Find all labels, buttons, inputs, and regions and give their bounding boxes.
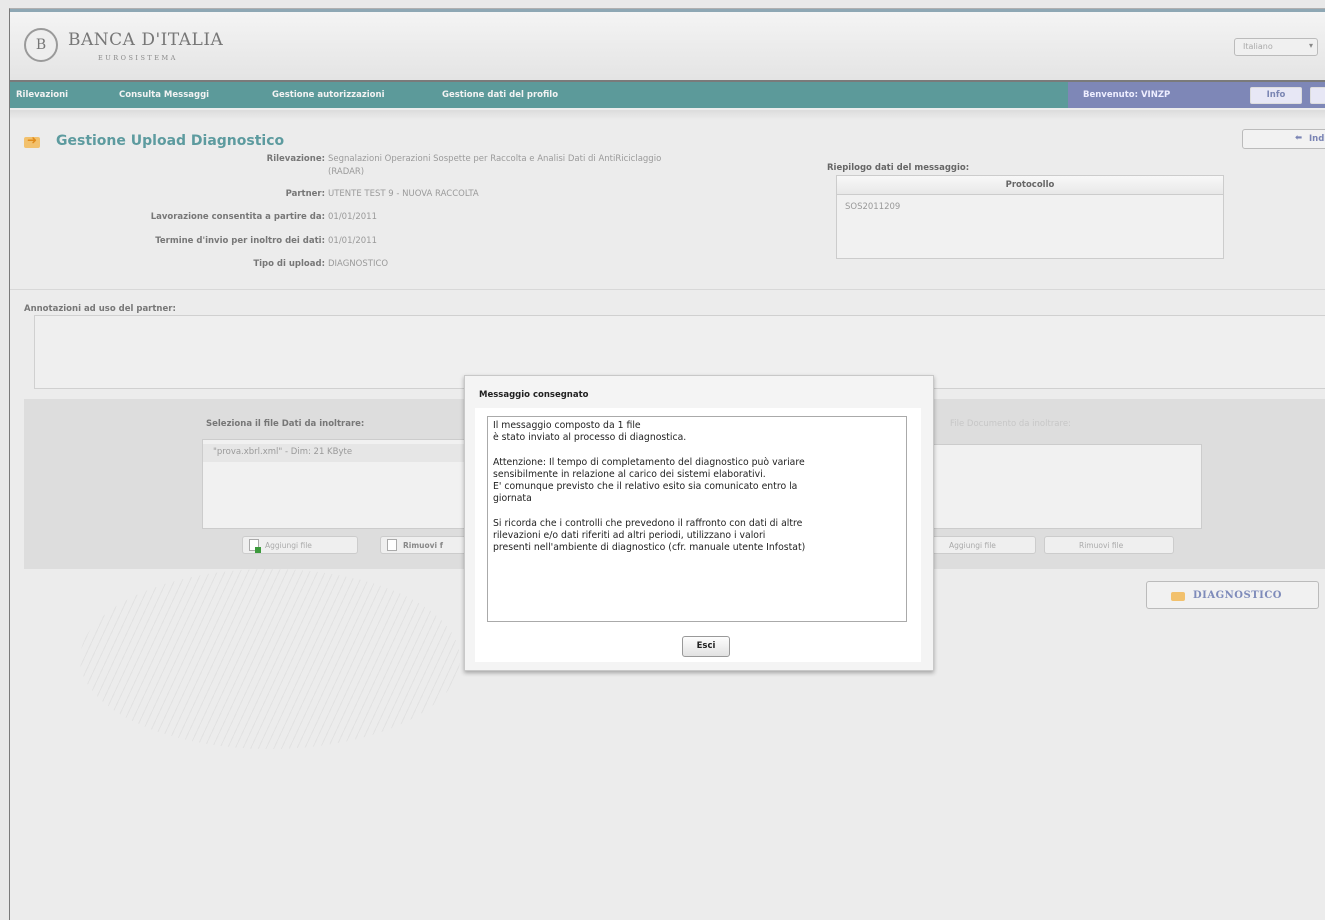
value-lavorazione: 01/01/2011 <box>328 212 377 222</box>
annotazioni-label: Annotazioni ad uso del partner: <box>24 304 176 314</box>
user-area: Benvenuto: VINZP Info <box>1068 82 1325 108</box>
document-file-label: File Documento da inoltrare: <box>950 419 1071 429</box>
add-document-label: Aggiungi file <box>949 541 996 550</box>
logout-button[interactable] <box>1310 87 1325 104</box>
value-termine: 01/01/2011 <box>328 236 377 246</box>
main-nav: Rilevazioni Consulta Messaggi Gestione a… <box>10 80 1325 108</box>
add-file-label: Aggiungi file <box>265 541 312 550</box>
label-partner: Partner: <box>285 189 325 199</box>
remove-file-icon <box>387 539 397 551</box>
nav-item-gestione-profilo[interactable]: Gestione dati del profilo <box>442 90 558 100</box>
riepilogo-title: Riepilogo dati del messaggio: <box>827 163 970 173</box>
arrow-folder-icon <box>24 133 40 148</box>
back-label: Indie <box>1309 134 1325 144</box>
message-dialog: Messaggio consegnato Il messaggio compos… <box>464 375 934 671</box>
header: B BANCA D'ITALIA EUROSISTEMA Italiano ▾ <box>10 12 1325 80</box>
value-tipo-upload: DIAGNOSTICO <box>328 259 389 269</box>
list-item[interactable]: "prova.xbrl.xml" - Dim: 21 KByte <box>203 444 491 462</box>
column-header-protocollo[interactable]: Protocollo <box>837 176 1223 195</box>
remove-document-button[interactable]: Rimuovi file <box>1044 536 1174 554</box>
add-file-icon <box>249 539 261 553</box>
bank-logo-icon: B <box>24 28 58 62</box>
remove-document-label: Rimuovi file <box>1079 541 1124 550</box>
nav-item-consulta-messaggi[interactable]: Consulta Messaggi <box>119 90 209 100</box>
riepilogo-table: Protocollo SOS2011209 <box>836 175 1224 259</box>
back-arrow-icon: ⬅ <box>1295 133 1303 143</box>
protocollo-value: SOS2011209 <box>845 202 901 212</box>
header-divider <box>10 110 1325 120</box>
label-termine: Termine d'invio per inoltro dei dati: <box>155 236 325 246</box>
section-divider <box>10 289 1325 290</box>
label-tipo-upload: Tipo di upload: <box>253 259 325 269</box>
label-rilevazione: Rilevazione: <box>266 154 325 164</box>
dialog-message: Il messaggio composto da 1 file è stato … <box>487 416 907 622</box>
chevron-down-icon: ▾ <box>1308 41 1313 50</box>
language-value: Italiano <box>1243 42 1273 51</box>
logo-title: BANCA D'ITALIA <box>68 30 224 50</box>
remove-file-label: Rimuovi f <box>403 541 443 550</box>
data-file-list[interactable]: "prova.xbrl.xml" - Dim: 21 KByte <box>202 439 492 529</box>
app-window: B BANCA D'ITALIA EUROSISTEMA Italiano ▾ … <box>9 8 1325 920</box>
file-name: "prova.xbrl.xml" - Dim: 21 KByte <box>213 447 353 457</box>
logo-subtitle: EUROSISTEMA <box>98 54 178 62</box>
remove-file-button[interactable]: Rimuovi f <box>380 536 476 554</box>
background-watermark <box>80 569 460 749</box>
value-rilevazione-cont: (RADAR) <box>328 167 365 177</box>
welcome-user: Benvenuto: VINZP <box>1083 90 1171 100</box>
document-file-list[interactable] <box>930 444 1202 529</box>
diagnostico-label: DIAGNOSTICO <box>1193 590 1283 601</box>
dialog-body: Il messaggio composto da 1 file è stato … <box>475 408 921 662</box>
dialog-title: Messaggio consegnato <box>479 390 589 400</box>
add-file-button[interactable]: Aggiungi file <box>242 536 358 554</box>
info-button[interactable]: Info <box>1250 87 1302 104</box>
nav-item-gestione-autorizzazioni[interactable]: Gestione autorizzazioni <box>272 90 384 100</box>
value-partner: UTENTE TEST 9 - NUOVA RACCOLTA <box>328 189 479 199</box>
exit-button[interactable]: Esci <box>682 636 730 657</box>
language-select[interactable]: Italiano ▾ <box>1234 38 1318 56</box>
folder-icon <box>1171 592 1185 601</box>
diagnostico-button[interactable]: DIAGNOSTICO <box>1146 581 1319 609</box>
label-lavorazione: Lavorazione consentita a partire da: <box>150 212 325 222</box>
value-rilevazione: Segnalazioni Operazioni Sospette per Rac… <box>328 154 662 164</box>
nav-item-rilevazioni[interactable]: Rilevazioni <box>16 90 68 100</box>
data-file-label: Seleziona il file Dati da inoltrare: <box>206 419 365 429</box>
page-title: Gestione Upload Diagnostico <box>56 133 285 149</box>
back-button[interactable]: ⬅ Indie <box>1242 129 1325 149</box>
